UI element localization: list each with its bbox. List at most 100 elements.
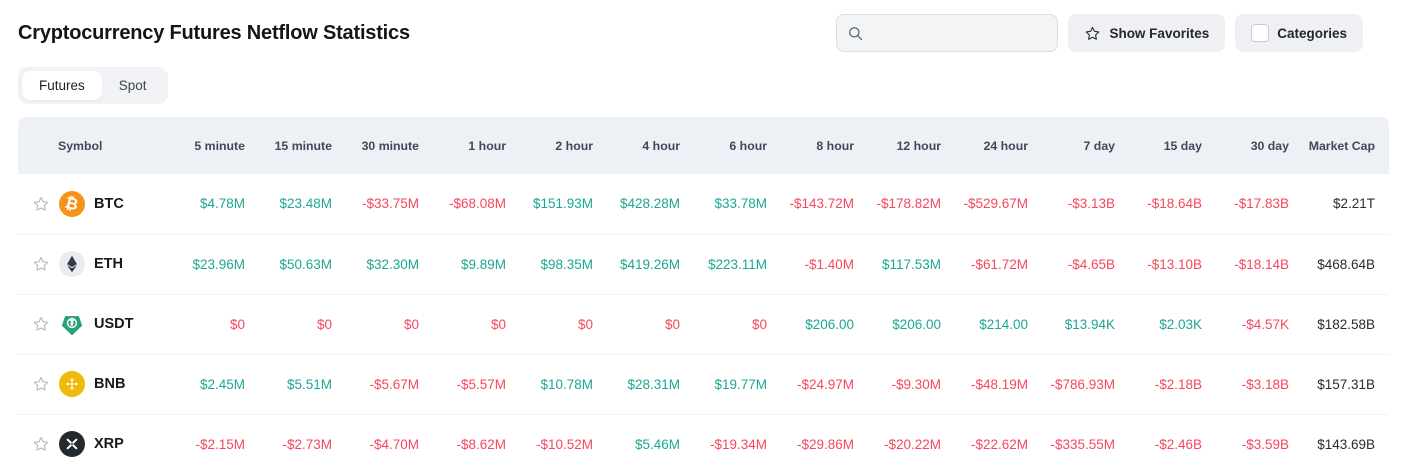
- netflow-value: -$20.22M: [854, 414, 941, 466]
- table-row-eth[interactable]: ETH$23.96M$50.63M$32.30M$9.89M$98.35M$41…: [18, 234, 1389, 294]
- eth-icon: [59, 251, 85, 277]
- netflow-value: -$2.15M: [158, 414, 245, 466]
- netflow-value: -$5.67M: [332, 354, 419, 414]
- netflow-value: -$4.57K: [1202, 294, 1289, 354]
- symbol-label: USDT: [94, 316, 133, 332]
- netflow-value: -$3.18B: [1202, 354, 1289, 414]
- favorite-star-icon[interactable]: [32, 315, 50, 333]
- column-header-15-day[interactable]: 15 day: [1115, 117, 1202, 174]
- netflow-value: -$24.97M: [767, 354, 854, 414]
- toolbar-controls: Show Favorites Categories: [836, 14, 1363, 52]
- netflow-value: -$2.73M: [245, 414, 332, 466]
- column-header-1-hour[interactable]: 1 hour: [419, 117, 506, 174]
- netflow-value: -$19.34M: [680, 414, 767, 466]
- categories-checkbox[interactable]: [1251, 24, 1269, 42]
- netflow-value: -$61.72M: [941, 234, 1028, 294]
- netflow-value: $151.93M: [506, 174, 593, 234]
- favorite-star-icon[interactable]: [32, 435, 50, 453]
- column-header-8-hour[interactable]: 8 hour: [767, 117, 854, 174]
- netflow-value: -$529.67M: [941, 174, 1028, 234]
- netflow-table: Symbol5 minute15 minute30 minute1 hour2 …: [18, 117, 1389, 466]
- netflow-value: $206.00: [854, 294, 941, 354]
- netflow-value: -$18.64B: [1115, 174, 1202, 234]
- netflow-value: $117.53M: [854, 234, 941, 294]
- netflow-value: $98.35M: [506, 234, 593, 294]
- netflow-value: $23.48M: [245, 174, 332, 234]
- table-header-row: Symbol5 minute15 minute30 minute1 hour2 …: [18, 117, 1389, 174]
- symbol-cell: ₮ USDT: [18, 294, 158, 354]
- netflow-value: $2.03K: [1115, 294, 1202, 354]
- symbol-cell: XRP: [18, 414, 158, 466]
- netflow-value: -$9.30M: [854, 354, 941, 414]
- netflow-value: $5.46M: [593, 414, 680, 466]
- search-icon: [847, 25, 864, 42]
- table-body: ₿BTC$4.78M$23.48M-$33.75M-$68.08M$151.93…: [18, 174, 1389, 466]
- netflow-value: -$13.10B: [1115, 234, 1202, 294]
- symbol-label: BTC: [94, 196, 124, 212]
- tab-futures[interactable]: Futures: [22, 71, 102, 100]
- netflow-value: -$3.59B: [1202, 414, 1289, 466]
- show-favorites-button[interactable]: Show Favorites: [1068, 14, 1225, 52]
- column-header-2-hour[interactable]: 2 hour: [506, 117, 593, 174]
- table-row-btc[interactable]: ₿BTC$4.78M$23.48M-$33.75M-$68.08M$151.93…: [18, 174, 1389, 234]
- netflow-value: $32.30M: [332, 234, 419, 294]
- symbol-cell: ETH: [18, 234, 158, 294]
- column-header-5-minute[interactable]: 5 minute: [158, 117, 245, 174]
- svg-text:₮: ₮: [69, 318, 76, 329]
- column-header-4-hour[interactable]: 4 hour: [593, 117, 680, 174]
- netflow-value: -$143.72M: [767, 174, 854, 234]
- column-header-24-hour[interactable]: 24 hour: [941, 117, 1028, 174]
- column-header-15-minute[interactable]: 15 minute: [245, 117, 332, 174]
- categories-label: Categories: [1277, 26, 1347, 41]
- page-title: Cryptocurrency Futures Netflow Statistic…: [18, 22, 410, 45]
- search-box[interactable]: [836, 14, 1058, 52]
- column-header-6-hour[interactable]: 6 hour: [680, 117, 767, 174]
- tab-spot[interactable]: Spot: [102, 71, 164, 100]
- netflow-value: -$18.14B: [1202, 234, 1289, 294]
- symbol-label: BNB: [94, 376, 125, 392]
- categories-button[interactable]: Categories: [1235, 14, 1363, 52]
- netflow-value: $206.00: [767, 294, 854, 354]
- netflow-value: -$335.55M: [1028, 414, 1115, 466]
- favorite-star-icon[interactable]: [32, 375, 50, 393]
- symbol-cell: BNB: [18, 354, 158, 414]
- netflow-value: -$4.65B: [1028, 234, 1115, 294]
- netflow-value: -$178.82M: [854, 174, 941, 234]
- column-header-30-day[interactable]: 30 day: [1202, 117, 1289, 174]
- netflow-value: -$10.52M: [506, 414, 593, 466]
- column-header-7-day[interactable]: 7 day: [1028, 117, 1115, 174]
- netflow-value: $428.28M: [593, 174, 680, 234]
- netflow-value: -$2.18B: [1115, 354, 1202, 414]
- table-row-usdt[interactable]: ₮USDT$0$0$0$0$0$0$0$206.00$206.00$214.00…: [18, 294, 1389, 354]
- column-header-30-minute[interactable]: 30 minute: [332, 117, 419, 174]
- table-row-bnb[interactable]: BNB$2.45M$5.51M-$5.67M-$5.57M$10.78M$28.…: [18, 354, 1389, 414]
- column-header-market-cap[interactable]: Market Cap: [1289, 117, 1389, 174]
- netflow-value: $0: [506, 294, 593, 354]
- netflow-value: $5.51M: [245, 354, 332, 414]
- netflow-value: $50.63M: [245, 234, 332, 294]
- table-row-xrp[interactable]: XRP-$2.15M-$2.73M-$4.70M-$8.62M-$10.52M$…: [18, 414, 1389, 466]
- market-cap-value: $157.31B: [1289, 354, 1389, 414]
- symbol-label: ETH: [94, 256, 123, 272]
- netflow-value: $2.45M: [158, 354, 245, 414]
- netflow-value: -$786.93M: [1028, 354, 1115, 414]
- search-input[interactable]: [872, 26, 1048, 41]
- favorite-star-icon[interactable]: [32, 255, 50, 273]
- netflow-table-wrap: Symbol5 minute15 minute30 minute1 hour2 …: [18, 117, 1389, 466]
- column-header-symbol[interactable]: Symbol: [18, 117, 158, 174]
- netflow-value: $4.78M: [158, 174, 245, 234]
- netflow-value: $0: [593, 294, 680, 354]
- netflow-value: -$29.86M: [767, 414, 854, 466]
- netflow-value: -$48.19M: [941, 354, 1028, 414]
- netflow-value: -$22.62M: [941, 414, 1028, 466]
- netflow-value: $223.11M: [680, 234, 767, 294]
- symbol-label: XRP: [94, 436, 124, 452]
- favorite-star-icon[interactable]: [32, 195, 50, 213]
- column-header-12-hour[interactable]: 12 hour: [854, 117, 941, 174]
- market-cap-value: $143.69B: [1289, 414, 1389, 466]
- netflow-value: -$4.70M: [332, 414, 419, 466]
- market-cap-value: $468.64B: [1289, 234, 1389, 294]
- symbol-cell: ₿BTC: [18, 174, 158, 234]
- netflow-value: $0: [332, 294, 419, 354]
- netflow-value: -$8.62M: [419, 414, 506, 466]
